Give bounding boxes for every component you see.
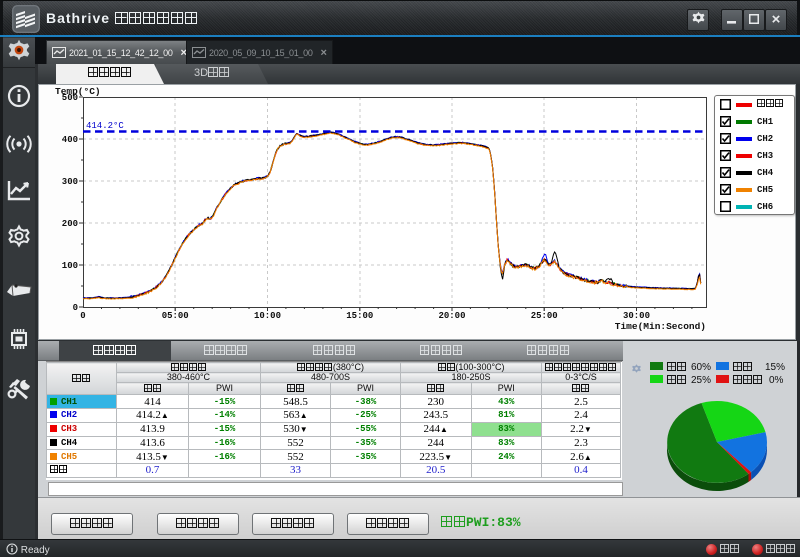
svg-text:400: 400 — [62, 135, 78, 145]
svg-text:Time(Min:Second): Time(Min:Second) — [615, 321, 706, 332]
svg-text:100: 100 — [62, 261, 78, 271]
svg-text:15:00: 15:00 — [346, 311, 373, 321]
svg-text:10:00: 10:00 — [254, 311, 281, 321]
svg-text:0: 0 — [80, 311, 85, 321]
svg-text:300: 300 — [62, 177, 78, 187]
svg-text:0: 0 — [73, 303, 78, 313]
svg-text:05:00: 05:00 — [162, 311, 189, 321]
svg-text:20:00: 20:00 — [438, 311, 465, 321]
svg-text:25:00: 25:00 — [531, 311, 558, 321]
svg-text:30:00: 30:00 — [623, 311, 650, 321]
svg-text:414.2°C: 414.2°C — [86, 121, 124, 131]
svg-text:200: 200 — [62, 219, 78, 229]
svg-text:Temp(°C): Temp(°C) — [55, 86, 101, 97]
